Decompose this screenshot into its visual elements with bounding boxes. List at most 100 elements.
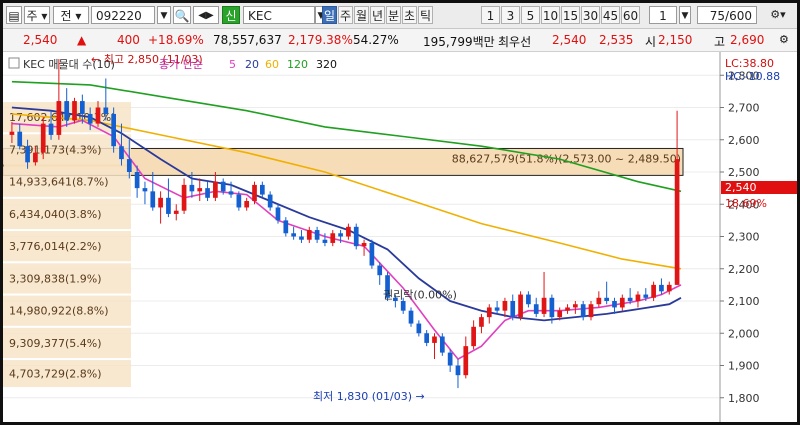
prev-next-icon[interactable]: ◀▶ bbox=[193, 6, 219, 24]
candle-body bbox=[259, 184, 265, 195]
window-menu-icon[interactable]: ▤ bbox=[6, 6, 22, 24]
candle-body bbox=[526, 294, 531, 305]
period-tab-3[interactable]: 년 bbox=[370, 6, 385, 24]
y-tick-label: 2,300 bbox=[728, 231, 760, 244]
period-tab-5[interactable]: 초 bbox=[402, 6, 417, 24]
candle-body bbox=[651, 284, 656, 298]
lc-readout: LC:38.80 bbox=[725, 57, 774, 70]
page-count-field[interactable]: 75/600 bbox=[697, 6, 757, 24]
candle-body bbox=[627, 297, 633, 301]
period-tab-1[interactable]: 주 bbox=[338, 6, 353, 24]
open-value: 2,150 bbox=[658, 33, 693, 47]
quote-settings-icon[interactable]: ⚙ bbox=[779, 33, 789, 46]
settings-icon[interactable]: ⚙▾ bbox=[765, 6, 791, 24]
candle-body bbox=[228, 191, 234, 195]
candle-body bbox=[244, 201, 250, 208]
candle-body bbox=[580, 304, 586, 318]
interval-button-3[interactable]: 3 bbox=[501, 6, 520, 24]
candle-body bbox=[541, 297, 547, 314]
bid-value: 2,535 bbox=[599, 33, 634, 47]
candle-body bbox=[596, 297, 602, 305]
legend-ma-320: 320 bbox=[316, 58, 337, 71]
price-chart[interactable]: 17,602,647(10.3%)7,391,173(4.3%)14,933,6… bbox=[3, 22, 797, 422]
candle-body bbox=[79, 101, 85, 114]
candle-body bbox=[604, 297, 610, 301]
unit-dropdown-icon[interactable]: ▼ bbox=[679, 6, 691, 24]
interval-button-30[interactable]: 30 bbox=[581, 6, 600, 24]
unit-input[interactable]: 1 bbox=[649, 6, 677, 24]
candle-body bbox=[486, 307, 492, 318]
candle-body bbox=[416, 323, 422, 334]
price-value: 2,540 bbox=[23, 33, 58, 47]
candle-body bbox=[400, 301, 406, 311]
legend-ma-60: 60 bbox=[265, 58, 279, 71]
candle-body bbox=[299, 236, 304, 240]
low-marker: 최저 1,830 (01/03) → bbox=[313, 390, 425, 403]
market-select[interactable]: 주 ▾ bbox=[24, 6, 50, 24]
chart-area[interactable]: 17,602,647(10.3%) 7,391,173(4.3%) 14,933,6… bbox=[3, 22, 797, 422]
candle-body bbox=[275, 207, 281, 221]
y-tick-label: 1,800 bbox=[728, 392, 760, 405]
candle-body bbox=[306, 230, 312, 240]
candle-body bbox=[166, 197, 171, 214]
candle-body bbox=[432, 336, 437, 343]
interval-button-15[interactable]: 15 bbox=[561, 6, 580, 24]
change-value: 400 bbox=[117, 33, 140, 47]
legend-ma-120: 120 bbox=[287, 58, 308, 71]
candle-body bbox=[471, 326, 476, 347]
period-tab-2[interactable]: 월 bbox=[354, 6, 369, 24]
candle-body bbox=[588, 304, 594, 318]
candle-body bbox=[502, 301, 508, 311]
y-tick-label: 2,600 bbox=[728, 134, 760, 147]
candle-body bbox=[40, 123, 46, 153]
period-tab-0[interactable]: 일 bbox=[322, 6, 337, 24]
candle-body bbox=[346, 226, 351, 237]
y-tick-label: 2,100 bbox=[728, 295, 760, 308]
candle-body bbox=[158, 197, 163, 208]
candle-body bbox=[181, 184, 187, 211]
code-input[interactable]: 092220 bbox=[91, 6, 155, 24]
legend-box-icon[interactable] bbox=[8, 57, 20, 69]
volume-value: 78,557,637 bbox=[213, 33, 282, 47]
candle-body bbox=[213, 181, 218, 198]
candle-body bbox=[573, 304, 578, 308]
candle-body bbox=[72, 101, 77, 121]
interval-button-1[interactable]: 1 bbox=[481, 6, 500, 24]
change-pct: +18.69% bbox=[148, 33, 204, 47]
candle-body bbox=[557, 310, 563, 318]
candle-body bbox=[150, 191, 156, 208]
candle-body bbox=[479, 317, 484, 327]
candle-body bbox=[330, 233, 336, 243]
candle-body bbox=[439, 336, 445, 353]
period-tab-4[interactable]: 분 bbox=[386, 6, 401, 24]
y-tick-label: 1,900 bbox=[728, 360, 760, 373]
bid-label: 최우선 bbox=[498, 35, 532, 49]
ask-value: 2,540 bbox=[552, 33, 587, 47]
candle-body bbox=[205, 188, 210, 198]
interval-button-60[interactable]: 60 bbox=[621, 6, 640, 24]
high-label: 고 bbox=[714, 35, 726, 49]
candle-body bbox=[252, 184, 257, 202]
volume-profile-label: 3,776,014(2.2%) bbox=[9, 240, 102, 253]
code-dropdown-icon[interactable]: ▼ bbox=[157, 6, 171, 24]
interval-button-10[interactable]: 10 bbox=[541, 6, 560, 24]
candle-body bbox=[455, 365, 461, 376]
candle-body bbox=[197, 188, 203, 192]
candle-body bbox=[533, 304, 539, 314]
candle-body bbox=[17, 131, 23, 147]
volume-profile-label: 6,434,040(3.8%) bbox=[9, 208, 102, 221]
name-field[interactable]: KEC bbox=[243, 6, 315, 24]
interval-button-5[interactable]: 5 bbox=[521, 6, 540, 24]
y-tick-label: 2,000 bbox=[728, 327, 760, 340]
candle-body bbox=[369, 242, 375, 266]
candle-body bbox=[674, 159, 680, 285]
period-prefix-select[interactable]: 전 ▾ bbox=[53, 6, 89, 24]
candle-body bbox=[518, 294, 523, 318]
candle-body bbox=[267, 194, 273, 208]
interval-button-45[interactable]: 45 bbox=[601, 6, 620, 24]
legend-ma-20: 20 bbox=[245, 58, 259, 71]
period-tab-6[interactable]: 틱 bbox=[418, 6, 433, 24]
candle-body bbox=[659, 284, 664, 292]
up-arrow-icon: ▲ bbox=[77, 33, 87, 47]
search-icon[interactable]: 🔍 bbox=[173, 6, 191, 24]
